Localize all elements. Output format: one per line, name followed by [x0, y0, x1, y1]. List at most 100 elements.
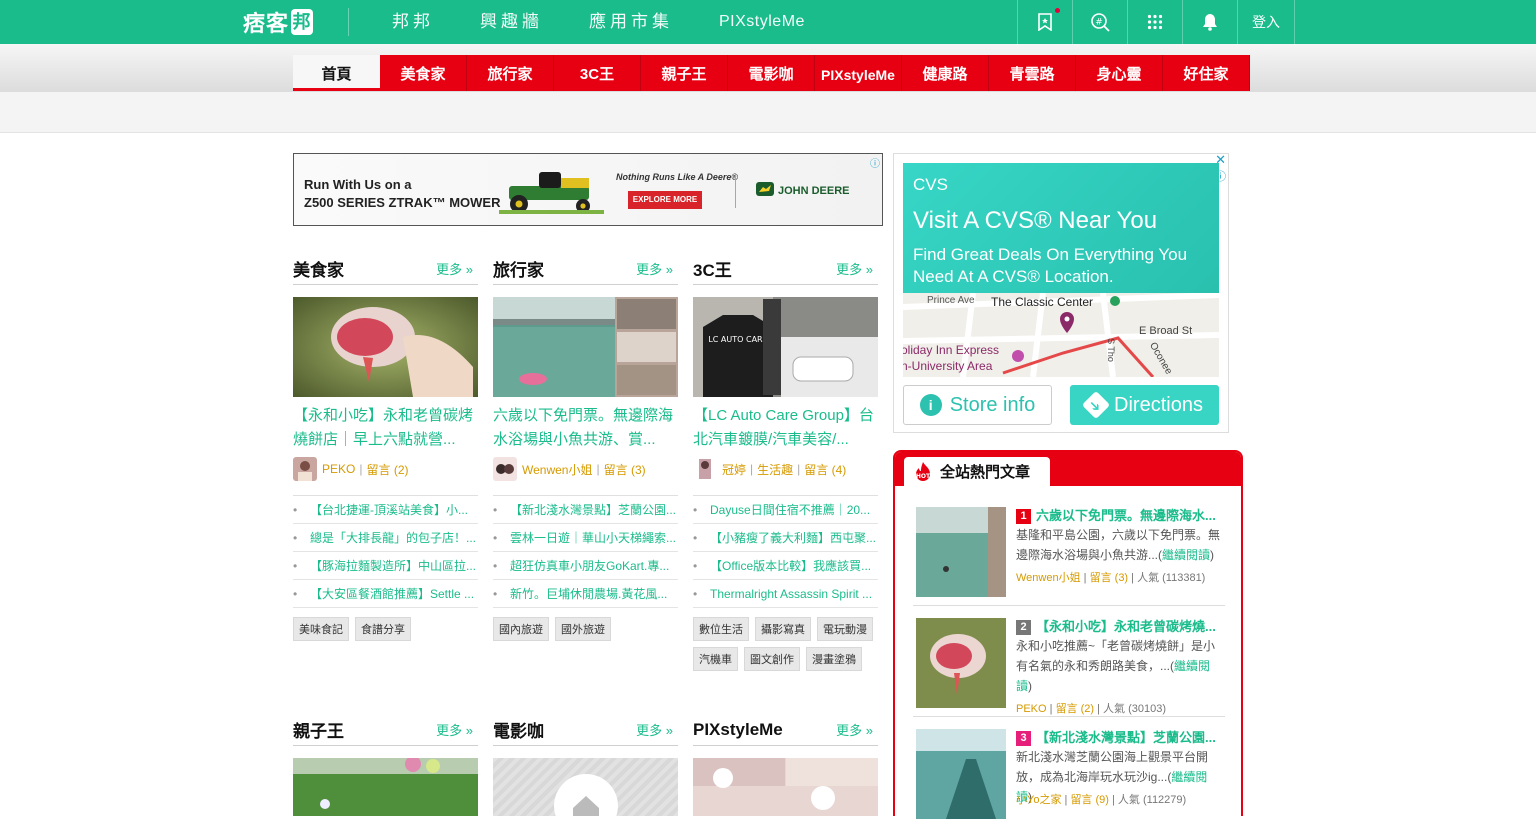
store-info-button[interactable]: i Store info — [903, 385, 1052, 425]
hot-article-thumbnail[interactable] — [916, 507, 1006, 597]
ad-banner[interactable]: Run With Us on a Z500 SERIES ZTRAK™ MOWE… — [293, 153, 883, 226]
article-thumbnail[interactable] — [693, 758, 878, 816]
article-thumbnail[interactable]: LC AUTO CARE — [693, 297, 878, 397]
category-name[interactable]: 生活趣 — [757, 461, 793, 478]
article-thumbnail[interactable] — [293, 758, 478, 816]
list-item[interactable]: 【台北捷運-頂溪站美食】小... — [293, 496, 478, 524]
tag[interactable]: 美味食記 — [293, 617, 349, 641]
tag[interactable]: 食譜分享 — [355, 617, 411, 641]
tab-pixstyleme[interactable]: PIXstyleMe — [815, 55, 902, 91]
read-more-link[interactable]: 繼續閱讀 — [1162, 548, 1210, 562]
section-header: 3C王 更多 » — [693, 253, 878, 285]
article-thumbnail[interactable] — [493, 297, 678, 397]
hot-articles-tab[interactable]: HOT 全站熱門文章 — [904, 457, 1050, 486]
nav-item-pixstyleme[interactable]: PIXstyleMe — [719, 0, 805, 44]
tab-food[interactable]: 美食家 — [380, 55, 467, 91]
section-title[interactable]: PIXstyleMe — [693, 720, 783, 740]
author-name[interactable]: PEKO — [1016, 703, 1047, 715]
tag[interactable]: 漫畫塗鴉 — [806, 647, 862, 671]
list-item[interactable]: 【新北淺水灣景點】芝蘭公園... — [493, 496, 678, 524]
comment-count[interactable]: 留言 (3) — [604, 461, 646, 478]
tag[interactable]: 攝影寫真 — [755, 617, 811, 641]
list-item[interactable]: 雲林一日遊｜華山小天梯繩索... — [493, 524, 678, 552]
article-headline[interactable]: 【LC Auto Care Group】台北汽車鍍膜/汽車美容/... — [693, 404, 878, 452]
hot-article-thumbnail[interactable] — [916, 618, 1006, 708]
list-item[interactable]: 【小豬瘦了義大利麵】西屯聚... — [693, 524, 878, 552]
list-item[interactable]: 總是「大排長龍」的包子店！... — [293, 524, 478, 552]
site-logo[interactable]: 痞客邦 — [243, 8, 314, 36]
list-item[interactable]: 【大安區餐酒館推薦】Settle ... — [293, 580, 478, 608]
tag[interactable]: 電玩動漫 — [817, 617, 873, 641]
section-title[interactable]: 旅行家 — [493, 256, 544, 281]
author-name[interactable]: 冠婷 — [722, 461, 746, 478]
tab-home[interactable]: 首頁 — [293, 55, 380, 91]
tag[interactable]: 數位生活 — [693, 617, 749, 641]
tag[interactable]: 汽機車 — [693, 647, 738, 671]
map-label: The Classic Center — [991, 295, 1094, 309]
section-title[interactable]: 親子王 — [293, 717, 344, 742]
list-item[interactable]: Dayuse日間住宿不推薦｜20... — [693, 496, 878, 524]
list-item[interactable]: 【Office版本比較】我應該買... — [693, 552, 878, 580]
author-name[interactable]: PEKO — [322, 462, 355, 476]
explore-more-button[interactable]: EXPLORE MORE — [628, 191, 702, 209]
tab-movies[interactable]: 電影咖 — [728, 55, 815, 91]
more-link[interactable]: 更多 » — [436, 259, 473, 278]
more-link[interactable]: 更多 » — [836, 720, 873, 739]
rank-badge: 3 — [1016, 731, 1031, 746]
article-headline[interactable]: 六歲以下免門票。無邊際海水浴場與小魚共游、賞... — [493, 404, 678, 452]
comment-count[interactable]: 留言 (2) — [366, 461, 408, 478]
list-item[interactable]: 【豚海拉麵製造所】中山區拉... — [293, 552, 478, 580]
article-thumbnail[interactable] — [293, 297, 478, 397]
tab-career[interactable]: 青雲路 — [989, 55, 1076, 91]
hot-article-title[interactable]: 2 【永和小吃】永和老曾碳烤燒... — [1016, 616, 1221, 635]
list-item[interactable]: Thermalright Assassin Spirit ... — [693, 580, 878, 608]
ad-info-icon[interactable]: ⓘ — [870, 155, 880, 170]
tag[interactable]: 國外旅遊 — [555, 617, 611, 641]
article-headline[interactable]: 【永和小吃】永和老曾碳烤燒餅店｜早上六點就營... — [293, 404, 478, 452]
author-name[interactable]: Wenwen小姐 — [522, 461, 592, 478]
notifications-button[interactable] — [1182, 0, 1237, 44]
avatar[interactable] — [693, 457, 717, 481]
list-item[interactable]: 新竹。巨埔休閒農場.黃花風... — [493, 580, 678, 608]
tab-mind-body[interactable]: 身心靈 — [1076, 55, 1163, 91]
hot-article-title[interactable]: 3 【新北淺水灣景點】芝蘭公園... — [1016, 727, 1221, 746]
directions-button[interactable]: ➔ Directions — [1070, 385, 1219, 425]
apps-button[interactable] — [1127, 0, 1182, 44]
author-name[interactable]: 小Yo之家 — [1016, 794, 1061, 806]
article-thumbnail[interactable] — [493, 758, 678, 816]
list-item[interactable]: 超狂仿真車小朋友GoKart.專... — [493, 552, 678, 580]
tab-home-living[interactable]: 好住家 — [1163, 55, 1250, 91]
tag[interactable]: 國內旅遊 — [493, 617, 549, 641]
login-button[interactable]: 登入 — [1237, 0, 1295, 44]
tab-3c[interactable]: 3C王 — [554, 55, 641, 91]
more-link[interactable]: 更多 » — [636, 720, 673, 739]
nav-item-interest-wall[interactable]: 興趣牆 — [480, 0, 543, 44]
nav-item-app-market[interactable]: 應用市集 — [589, 0, 673, 44]
svg-text:#: # — [1095, 18, 1103, 28]
avatar[interactable] — [293, 457, 317, 481]
bookmark-button[interactable] — [1017, 0, 1072, 44]
hot-article-title[interactable]: 1 六歲以下免門票。無邊際海水... — [1016, 505, 1221, 524]
tab-travel[interactable]: 旅行家 — [467, 55, 554, 91]
header-divider — [348, 8, 349, 36]
more-link[interactable]: 更多 » — [436, 720, 473, 739]
avatar[interactable] — [493, 457, 517, 481]
comment-count[interactable]: 留言 (2) — [1056, 703, 1095, 715]
hot-article-thumbnail[interactable] — [916, 729, 1006, 819]
author-name[interactable]: Wenwen小姐 — [1016, 572, 1081, 584]
tab-parenting[interactable]: 親子王 — [641, 55, 728, 91]
comment-count[interactable]: 留言 (4) — [804, 461, 846, 478]
store-map[interactable]: Prince Ave The Classic Center E Broad St… — [903, 293, 1219, 377]
nav-item-bangbang[interactable]: 邦邦 — [392, 0, 434, 44]
comment-count[interactable]: 留言 (9) — [1070, 794, 1109, 806]
search-button[interactable]: # — [1072, 0, 1127, 44]
more-link[interactable]: 更多 » — [836, 259, 873, 278]
comment-count[interactable]: 留言 (3) — [1090, 572, 1129, 584]
section-title[interactable]: 3C王 — [693, 256, 732, 281]
cvs-ad[interactable]: ✕ ⓘ CVS Visit A CVS® Near You Find Great… — [893, 152, 1229, 433]
section-title[interactable]: 電影咖 — [493, 717, 544, 742]
tab-health[interactable]: 健康路 — [902, 55, 989, 91]
more-link[interactable]: 更多 » — [636, 259, 673, 278]
section-title[interactable]: 美食家 — [293, 256, 344, 281]
tag[interactable]: 圖文創作 — [744, 647, 800, 671]
